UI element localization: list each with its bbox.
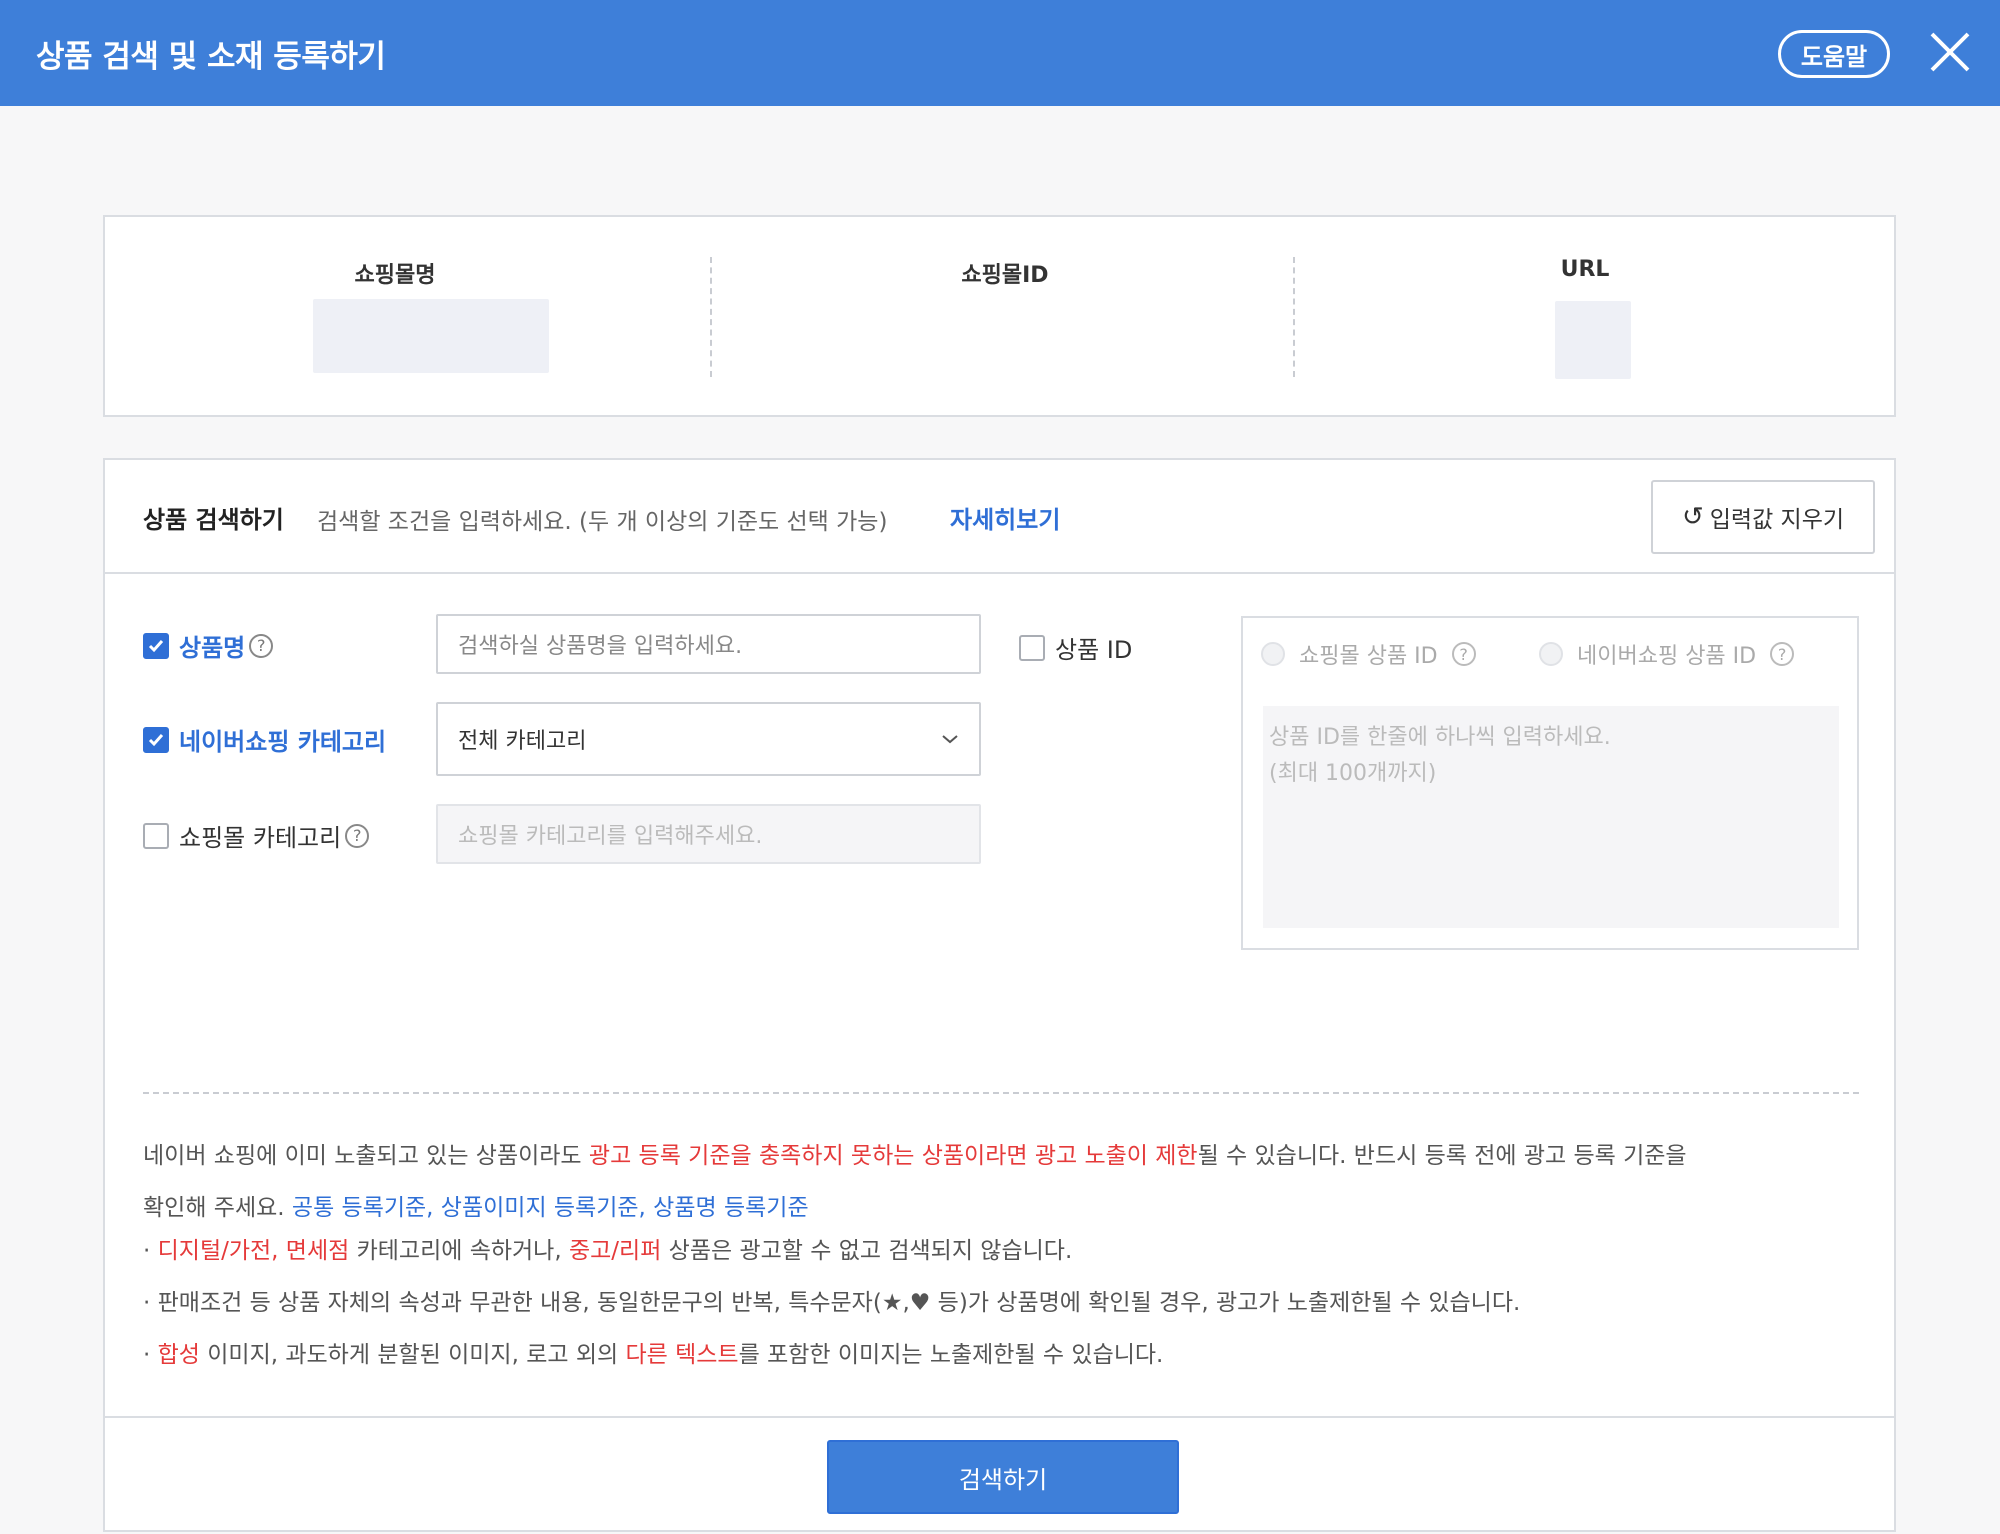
naver-product-id-radio-option[interactable]: 네이버쇼핑 상품 ID ? [1539, 638, 1795, 670]
notice-bullet-1: · 디지털/가전, 면세점 카테고리에 속하거나, 중고/리퍼 상품은 광고할 … [143, 1236, 1863, 1266]
reset-inputs-button[interactable]: ↺ 입력값 지우기 [1651, 480, 1875, 554]
url-label: URL [1560, 257, 1610, 282]
refresh-icon: ↺ [1681, 502, 1704, 532]
search-header: 상품 검색하기 검색할 조건을 입력하세요. (두 개 이상의 기준도 선택 가… [105, 460, 1894, 574]
product-id-checkbox[interactable] [1019, 634, 1045, 661]
notice-divider [143, 1092, 1859, 1094]
product-id-label: 상품 ID [1055, 636, 1133, 664]
product-id-placeholder-line1: 상품 ID를 한줄에 하나씩 입력하세요. [1269, 725, 1611, 750]
mall-product-id-radio-option[interactable]: 쇼핑몰 상품 ID ? [1261, 638, 1476, 670]
mall-category-option[interactable]: 쇼핑몰 카테고리 ? [143, 818, 370, 853]
mall-category-checkbox[interactable] [143, 822, 169, 849]
product-search-panel: 상품 검색하기 검색할 조건을 입력하세요. (두 개 이상의 기준도 선택 가… [103, 458, 1896, 1532]
shop-info-panel: 쇼핑몰명 쇼핑몰ID URL [103, 215, 1896, 417]
notice-text: 될 수 있습니다. 반드시 등록 전에 광고 등록 기준을 [1197, 1143, 1687, 1169]
shop-name-value-redacted [313, 299, 549, 373]
shop-id-column: 쇼핑몰ID [715, 257, 1295, 289]
naver-product-id-radio[interactable] [1539, 642, 1563, 666]
notice-text: 판매조건 등 상품 자체의 속성과 무관한 내용, 동일한문구의 반복, 특수문… [157, 1290, 1521, 1316]
reset-label: 입력값 지우기 [1709, 507, 1845, 533]
help-question-icon[interactable]: ? [249, 633, 274, 658]
notice-text: 를 포함한 이미지는 노출제한될 수 있습니다. [738, 1342, 1164, 1368]
dialog-titlebar: 상품 검색 및 소재 등록하기 도움말 [0, 0, 2000, 106]
chevron-down-icon [942, 735, 958, 744]
product-id-box: 쇼핑몰 상품 ID ? 네이버쇼핑 상품 ID ? 상품 ID를 한줄에 하나씩… [1241, 616, 1859, 950]
product-name-option[interactable]: 상품명 ? [143, 628, 274, 663]
notice-text: 네이버 쇼핑에 이미 노출되고 있는 상품이라도 [143, 1143, 589, 1169]
naver-category-selected: 전체 카테고리 [458, 729, 587, 754]
product-id-placeholder-line2: (최대 100개까지) [1269, 761, 1437, 786]
detail-link[interactable]: 자세히보기 [950, 500, 1060, 535]
product-id-textarea[interactable]: 상품 ID를 한줄에 하나씩 입력하세요. (최대 100개까지) [1263, 706, 1839, 928]
close-icon [1930, 32, 1970, 72]
checkmark-icon [148, 733, 164, 746]
dialog-title: 상품 검색 및 소재 등록하기 [36, 38, 386, 75]
naver-category-option[interactable]: 네이버쇼핑 카테고리 [143, 722, 386, 757]
notice-highlight: 합성 [157, 1342, 200, 1368]
product-id-option[interactable]: 상품 ID [1019, 630, 1132, 665]
notice-paragraph: 네이버 쇼핑에 이미 노출되고 있는 상품이라도 광고 등록 기준을 충족하지 … [143, 1130, 1863, 1234]
mall-product-id-label: 쇼핑몰 상품 ID [1299, 644, 1438, 669]
bullet: · [143, 1290, 151, 1316]
search-description: 검색할 조건을 입력하세요. (두 개 이상의 기준도 선택 가능) [317, 509, 888, 535]
mall-category-label: 쇼핑몰 카테고리 [179, 824, 342, 852]
notice-text: 확인해 주세요. [143, 1195, 292, 1221]
help-button[interactable]: 도움말 [1778, 30, 1890, 78]
notice-text: 이미지, 과도하게 분할된 이미지, 로고 외의 [199, 1342, 626, 1368]
guideline-links[interactable]: 공통 등록기준, 상품이미지 등록기준, 상품명 등록기준 [292, 1195, 809, 1221]
product-name-input[interactable]: 검색하실 상품명을 입력하세요. [436, 614, 981, 674]
notice-text: 카테고리에 속하거나, [349, 1238, 569, 1264]
help-question-icon[interactable]: ? [1770, 642, 1795, 666]
close-button[interactable] [1926, 28, 1974, 76]
notice-bullet-3: · 합성 이미지, 과도하게 분할된 이미지, 로고 외의 다른 텍스트를 포함… [143, 1340, 1863, 1370]
search-footer: 검색하기 [105, 1416, 1894, 1532]
checkmark-icon [148, 639, 164, 652]
shop-name-column: 쇼핑몰명 [105, 257, 685, 289]
help-question-icon[interactable]: ? [345, 823, 370, 848]
shop-name-label: 쇼핑몰명 [354, 263, 436, 288]
product-name-label: 상품명 [179, 634, 246, 662]
notice-text: 상품은 광고할 수 없고 검색되지 않습니다. [661, 1238, 1073, 1264]
naver-category-checkbox[interactable] [143, 726, 169, 753]
product-name-checkbox[interactable] [143, 632, 169, 659]
url-column: URL [1295, 257, 1875, 282]
notice-highlight: 디지털/가전, 면세점 [157, 1238, 350, 1264]
search-button[interactable]: 검색하기 [827, 1440, 1179, 1514]
shop-id-label: 쇼핑몰ID [961, 263, 1049, 288]
bullet: · [143, 1342, 151, 1368]
notice-bullet-2: · 판매조건 등 상품 자체의 속성과 무관한 내용, 동일한문구의 반복, 특… [143, 1288, 1863, 1318]
column-divider [710, 257, 712, 377]
search-title: 상품 검색하기 [143, 506, 284, 534]
notice-highlight: 다른 텍스트 [625, 1342, 739, 1368]
mall-product-id-radio[interactable] [1261, 642, 1285, 666]
notice-highlight: 중고/리퍼 [568, 1238, 662, 1264]
naver-category-select[interactable]: 전체 카테고리 [436, 702, 981, 776]
help-question-icon[interactable]: ? [1451, 642, 1476, 666]
notice-highlight: 광고 등록 기준을 충족하지 못하는 상품이라면 광고 노출이 제한 [588, 1143, 1198, 1169]
mall-category-input[interactable]: 쇼핑몰 카테고리를 입력해주세요. [436, 804, 981, 864]
naver-category-label: 네이버쇼핑 카테고리 [179, 728, 387, 756]
bullet: · [143, 1238, 151, 1264]
naver-product-id-label: 네이버쇼핑 상품 ID [1577, 644, 1757, 669]
url-value-redacted [1555, 301, 1631, 379]
